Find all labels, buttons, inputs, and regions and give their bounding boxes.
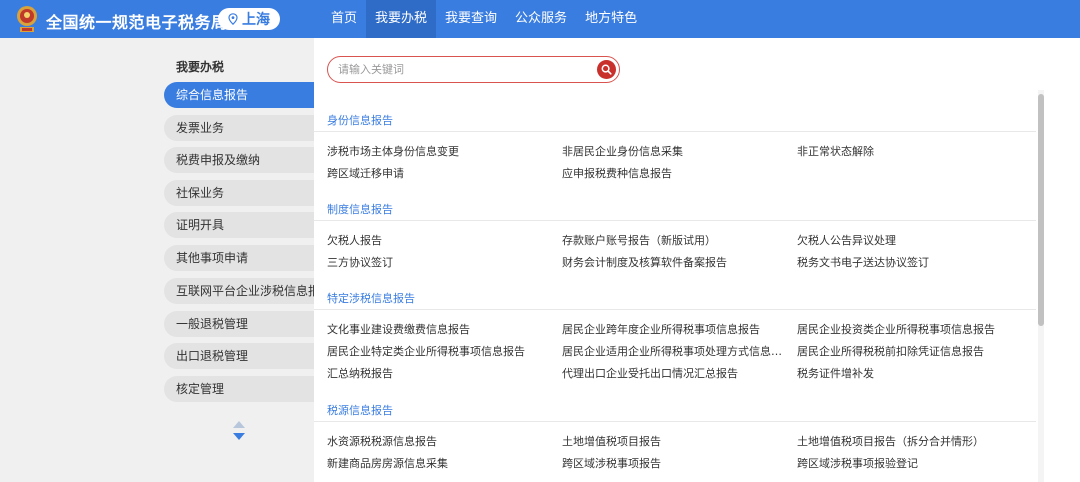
sidebar-item-other-applications[interactable]: 其他事项申请 — [164, 245, 314, 271]
nav-home[interactable]: 首页 — [322, 0, 366, 38]
link-item[interactable]: 存款账户账号报告（新版试用） — [562, 232, 716, 248]
section-title-specific: 特定涉税信息报告 — [327, 292, 415, 305]
location-pin-icon — [228, 13, 238, 25]
sidebar-item-social-insurance[interactable]: 社保业务 — [164, 180, 314, 206]
link-item[interactable]: 跨区域涉税事项报验登记 — [797, 455, 918, 471]
search-button[interactable] — [597, 60, 616, 79]
link-item[interactable]: 居民企业所得税税前扣除凭证信息报告 — [797, 343, 984, 359]
link-item[interactable]: 水资源税税源信息报告 — [327, 433, 437, 449]
section-title-system: 制度信息报告 — [327, 203, 393, 216]
main-nav: 首页 我要办税 我要查询 公众服务 地方特色 — [322, 0, 646, 38]
main-content: 身份信息报告 涉税市场主体身份信息变更 非居民企业身份信息采集 非正常状态解除 … — [314, 38, 1080, 482]
city-label: 上海 — [242, 12, 270, 28]
search-box — [327, 56, 620, 83]
scrollbar-thumb[interactable] — [1038, 94, 1044, 326]
link-item[interactable]: 非正常状态解除 — [797, 143, 874, 159]
site-title[interactable]: 全国统一规范电子税务局 — [46, 9, 228, 33]
link-item[interactable]: 居民企业适用企业所得税事项处理方式信息报告 — [562, 343, 784, 359]
nav-public-service[interactable]: 公众服务 — [506, 0, 576, 38]
link-item[interactable]: 欠税人公告异议处理 — [797, 232, 896, 248]
top-header: 全国统一规范电子税务局 上海 首页 我要办税 我要查询 公众服务 地方特色 — [0, 0, 1080, 38]
sidebar-item-general-refund[interactable]: 一般退税管理 — [164, 311, 314, 337]
sidebar-item-export-refund[interactable]: 出口退税管理 — [164, 343, 314, 369]
section-divider — [314, 309, 1036, 310]
link-item[interactable]: 代理出口企业受托出口情况汇总报告 — [562, 365, 738, 381]
section-divider — [314, 220, 1036, 221]
section-divider — [314, 421, 1036, 422]
section-divider — [314, 131, 1036, 132]
link-item[interactable]: 居民企业特定类企业所得税事项信息报告 — [327, 343, 525, 359]
section-title-identity: 身份信息报告 — [327, 114, 393, 127]
tax-emblem-icon[interactable] — [14, 4, 40, 34]
link-item[interactable]: 居民企业投资类企业所得税事项信息报告 — [797, 321, 995, 337]
link-item[interactable]: 财务会计制度及核算软件备案报告 — [562, 254, 727, 270]
sidebar-scroll-arrows-icon[interactable] — [232, 420, 246, 442]
link-item[interactable]: 居民企业跨年度企业所得税事项信息报告 — [562, 321, 760, 337]
link-item[interactable]: 涉税市场主体身份信息变更 — [327, 143, 459, 159]
nav-local-features[interactable]: 地方特色 — [576, 0, 646, 38]
section-title-tax-source: 税源信息报告 — [327, 404, 393, 417]
link-item[interactable]: 税务证件增补发 — [797, 365, 874, 381]
sidebar-item-declaration-payment[interactable]: 税费申报及缴纳 — [164, 147, 314, 173]
nav-tax-handling[interactable]: 我要办税 — [366, 0, 437, 38]
link-item[interactable]: 文化事业建设费缴费信息报告 — [327, 321, 470, 337]
link-item[interactable]: 土地增值税项目报告（拆分合并情形） — [797, 433, 984, 449]
link-item[interactable]: 税务文书电子送达协议签订 — [797, 254, 929, 270]
link-item[interactable]: 三方协议签订 — [327, 254, 393, 270]
link-item[interactable]: 新建商品房房源信息采集 — [327, 455, 448, 471]
sidebar: 我要办税 综合信息报告 发票业务 税费申报及缴纳 社保业务 证明开具 其他事项申… — [0, 38, 314, 482]
link-item[interactable]: 跨区域涉税事项报告 — [562, 455, 661, 471]
sidebar-item-assessment[interactable]: 核定管理 — [164, 376, 314, 402]
sidebar-item-platform-reporting[interactable]: 互联网平台企业涉税信息报送 — [164, 278, 314, 304]
link-item[interactable]: 应申报税费种信息报告 — [562, 165, 672, 181]
link-item[interactable]: 土地增值税项目报告 — [562, 433, 661, 449]
sidebar-item-certificate[interactable]: 证明开具 — [164, 212, 314, 238]
link-item[interactable]: 汇总纳税报告 — [327, 365, 393, 381]
nav-query[interactable]: 我要查询 — [436, 0, 506, 38]
link-item[interactable]: 非居民企业身份信息采集 — [562, 143, 683, 159]
search-icon — [601, 64, 612, 75]
search-input[interactable] — [338, 61, 588, 78]
link-item[interactable]: 欠税人报告 — [327, 232, 382, 248]
city-selector[interactable]: 上海 — [218, 8, 280, 30]
link-item[interactable]: 跨区域迁移申请 — [327, 165, 404, 181]
sidebar-item-comprehensive-report[interactable]: 综合信息报告 — [164, 82, 314, 108]
sidebar-heading: 我要办税 — [176, 60, 225, 74]
sidebar-item-invoice[interactable]: 发票业务 — [164, 115, 314, 141]
